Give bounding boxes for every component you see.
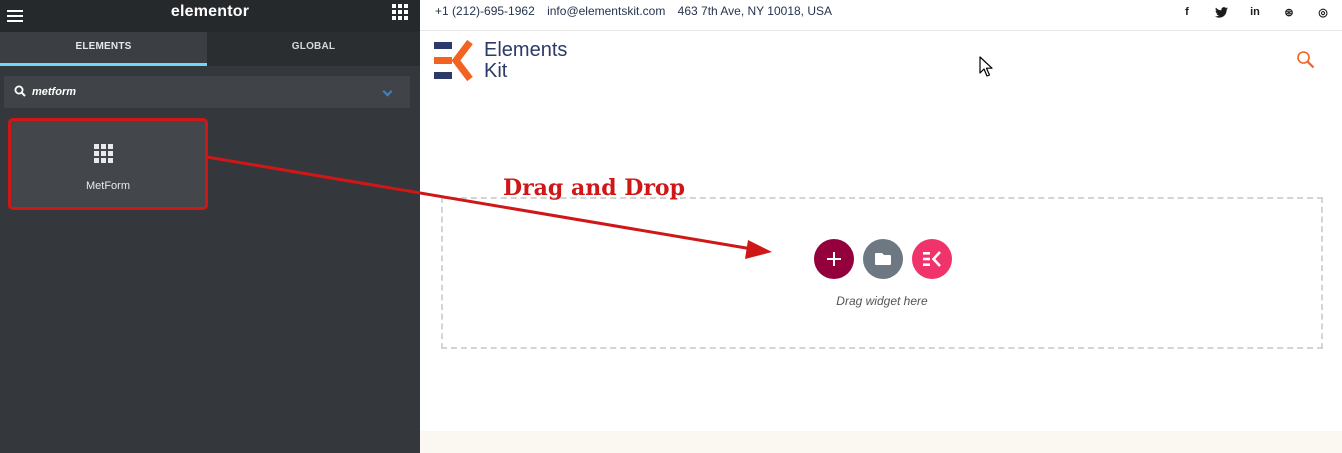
elementskit-logo[interactable]: Elements Kit <box>434 39 567 82</box>
tab-global[interactable]: GLOBAL <box>207 32 420 66</box>
dribbble-icon[interactable]: ⊛ <box>1282 5 1296 19</box>
add-section-button[interactable] <box>814 239 854 279</box>
search-icon[interactable] <box>1296 50 1316 70</box>
instagram-icon[interactable]: ◎ <box>1316 5 1330 19</box>
mouse-cursor-icon <box>979 56 993 77</box>
elementskit-icon <box>923 251 941 267</box>
drop-zone[interactable]: Drag widget here <box>441 197 1323 349</box>
contact-bar: +1 (212)-695-1962 info@elementskit.com 4… <box>435 4 841 18</box>
logo-text-line1: Elements <box>484 39 568 61</box>
header-divider <box>420 30 1342 31</box>
grid-icon <box>94 144 114 163</box>
elementor-panel: elementor ELEMENTS GLOBAL MetForm <box>0 0 420 453</box>
email-link[interactable]: info@elementskit.com <box>547 4 665 18</box>
search-icon <box>14 85 26 97</box>
screen: elementor ELEMENTS GLOBAL MetForm <box>0 0 1342 453</box>
elementor-logo: elementor <box>170 3 250 20</box>
address-text: 463 7th Ave, NY 10018, USA <box>677 4 833 18</box>
widgets-grid-icon[interactable] <box>392 4 408 20</box>
elementskit-template-button[interactable] <box>912 239 952 279</box>
tab-elements[interactable]: ELEMENTS <box>0 32 207 66</box>
phone-text: +1 (212)-695-1962 <box>435 4 535 18</box>
widget-search <box>4 76 410 108</box>
template-library-button[interactable] <box>863 239 903 279</box>
metform-widget[interactable]: MetForm <box>10 120 206 208</box>
twitter-icon[interactable] <box>1214 5 1228 19</box>
panel-tabs: ELEMENTS GLOBAL <box>0 32 420 66</box>
drag-and-drop-annotation: Drag and Drop <box>503 175 685 201</box>
logo-text: Elements Kit <box>484 40 567 82</box>
logo-text-line2: Kit <box>484 60 508 82</box>
chevron-down-icon[interactable] <box>382 86 393 97</box>
facebook-icon[interactable]: f <box>1180 5 1194 19</box>
linkedin-icon[interactable]: in <box>1248 5 1262 19</box>
folder-icon <box>875 253 891 265</box>
panel-header: elementor <box>0 0 420 32</box>
drop-zone-hint: Drag widget here <box>836 294 928 308</box>
footer-band <box>420 431 1342 453</box>
search-input[interactable] <box>32 83 362 101</box>
social-links: f in ⊛ ◎ <box>1160 5 1330 19</box>
elementskit-logo-icon <box>434 39 473 82</box>
widget-label: MetForm <box>86 180 130 192</box>
page-preview: +1 (212)-695-1962 info@elementskit.com 4… <box>420 0 1342 453</box>
